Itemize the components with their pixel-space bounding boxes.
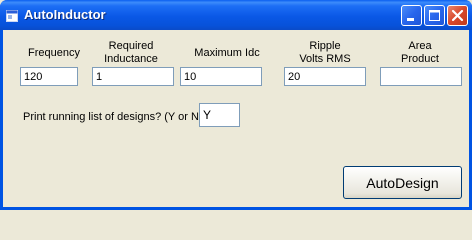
frequency-label-text: Frequency	[28, 47, 80, 59]
maximize-icon	[429, 10, 440, 21]
maximize-button[interactable]	[424, 5, 445, 26]
ripple-volts-rms-label: Ripple Volts RMS	[285, 40, 365, 66]
ripple-volts-rms-label-line1: Ripple	[309, 40, 341, 52]
autodesign-button[interactable]: AutoDesign	[343, 166, 462, 199]
print-list-prompt: Print running list of designs? (Y or N):	[23, 111, 206, 123]
frequency-label: Frequency	[21, 47, 87, 60]
title-bar[interactable]: AutoInductor	[0, 0, 472, 30]
required-inductance-input[interactable]	[92, 67, 174, 86]
area-product-label-line2: Product	[401, 53, 439, 65]
ripple-volts-rms-input[interactable]	[284, 67, 366, 86]
area-product-label-line1: Area	[408, 40, 432, 52]
required-inductance-label-line1: Required	[108, 40, 154, 52]
maximum-idc-label: Maximum Idc	[186, 47, 268, 60]
maximum-idc-label-text: Maximum Idc	[194, 47, 260, 59]
close-button[interactable]	[447, 5, 468, 26]
ripple-volts-rms-label-line2: Volts RMS	[299, 53, 351, 65]
area-product-label: Area Product	[380, 40, 460, 66]
app-window-icon[interactable]	[6, 9, 18, 22]
required-inductance-label: Required Inductance	[93, 40, 169, 66]
area-product-input[interactable]	[380, 67, 462, 86]
window-title: AutoInductor	[24, 7, 106, 22]
close-icon	[451, 9, 464, 22]
maximum-idc-input[interactable]	[180, 67, 262, 86]
required-inductance-label-line2: Inductance	[104, 53, 158, 65]
minimize-button[interactable]	[401, 5, 422, 26]
minimize-icon	[407, 18, 414, 21]
frequency-input[interactable]	[20, 67, 78, 86]
print-list-input[interactable]	[199, 103, 240, 127]
autoinductor-window: AutoInductor Frequency Required Inductan…	[0, 0, 472, 210]
